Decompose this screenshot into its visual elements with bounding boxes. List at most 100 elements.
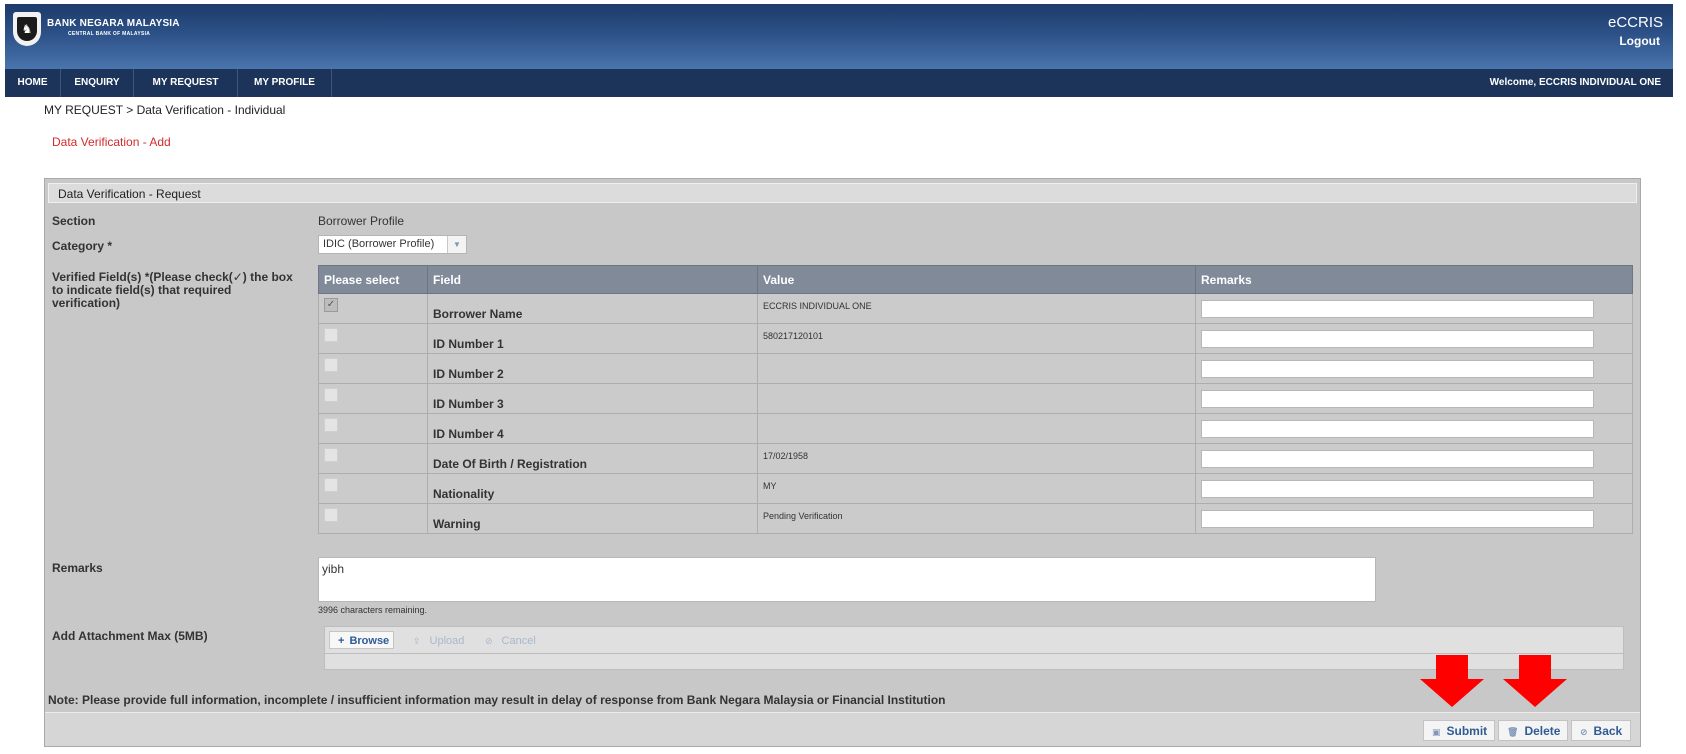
save-icon: ▣ <box>1432 727 1441 737</box>
chevron-down-icon[interactable]: ▼ <box>447 236 466 253</box>
row-remarks-input[interactable] <box>1201 419 1594 438</box>
row-checkbox[interactable]: ✓ <box>324 297 338 312</box>
verified-fields-label: Verified Field(s) *(Please check(✓) the … <box>52 270 293 310</box>
nav-enquiry[interactable]: ENQUIRY <box>61 69 134 97</box>
page-subtitle: Data Verification - Add <box>52 135 171 149</box>
attachment-toolbar: + Browse ⇪ Upload ⊘ Cancel <box>325 627 1623 654</box>
remarks-cell <box>1195 473 1633 504</box>
category-label: Category * <box>52 239 113 253</box>
category-selected-value: IDIC (Borrower Profile) <box>323 238 435 250</box>
field-value-cell: MY <box>757 473 1196 504</box>
col-header-select: Please select <box>318 265 428 294</box>
col-header-field: Field <box>427 265 758 294</box>
upload-label: Upload <box>429 635 465 647</box>
characters-remaining: 3996 characters remaining. <box>318 605 428 615</box>
bank-subtitle: CENTRAL BANK OF MALAYSIA <box>68 31 151 37</box>
section-label: Section <box>52 214 96 228</box>
col-header-value: Value <box>757 265 1196 294</box>
row-remarks-input[interactable] <box>1201 479 1594 498</box>
field-value-cell: 17/02/1958 <box>757 443 1196 474</box>
remarks-cell <box>1195 383 1633 414</box>
red-arrow-delete-icon <box>1503 655 1567 707</box>
app-title: eCCRIS <box>1607 14 1663 31</box>
select-cell <box>318 353 428 384</box>
field-name-cell: Nationality <box>427 473 758 504</box>
bank-crest-icon: ♞ <box>13 12 41 46</box>
row-checkbox[interactable] <box>324 477 338 492</box>
main-nav: HOME ENQUIRY MY REQUEST MY PROFILE Welco… <box>5 69 1673 97</box>
trash-icon: 🗑 <box>1507 727 1519 737</box>
attachment-label: Add Attachment Max (5MB) <box>52 629 208 643</box>
remarks-textarea[interactable]: yibh <box>318 557 1376 602</box>
table-row: Nationality MY <box>318 473 1633 504</box>
nav-my-profile[interactable]: MY PROFILE <box>238 69 332 97</box>
row-remarks-input[interactable] <box>1201 509 1594 528</box>
row-checkbox[interactable] <box>324 357 338 372</box>
table-row: ID Number 4 <box>318 413 1633 444</box>
row-remarks-input[interactable] <box>1201 359 1594 378</box>
row-remarks-input[interactable] <box>1201 389 1594 408</box>
select-cell <box>318 323 428 354</box>
field-value-cell <box>757 413 1196 444</box>
field-name-cell: Date Of Birth / Registration <box>427 443 758 474</box>
submit-button[interactable]: ▣ Submit <box>1423 720 1495 741</box>
delete-button[interactable]: 🗑 Delete <box>1498 720 1568 741</box>
logout-link[interactable]: Logout <box>1619 34 1660 48</box>
plus-icon: + <box>338 635 345 647</box>
row-checkbox[interactable] <box>324 327 338 342</box>
remarks-cell <box>1195 443 1633 474</box>
upload-icon: ⇪ <box>413 636 421 646</box>
nav-my-request[interactable]: MY REQUEST <box>134 69 238 97</box>
nav-home[interactable]: HOME <box>5 69 61 97</box>
section-value: Borrower Profile <box>318 214 405 228</box>
field-value-cell <box>757 353 1196 384</box>
information-note: Note: Please provide full information, i… <box>48 693 946 707</box>
select-cell: ✓ <box>318 293 428 324</box>
row-checkbox[interactable] <box>324 507 338 522</box>
field-name-cell: Borrower Name <box>427 293 758 324</box>
cancel-icon: ⊘ <box>485 636 493 646</box>
table-row: Date Of Birth / Registration 17/02/1958 <box>318 443 1633 474</box>
red-arrow-submit-icon <box>1420 655 1484 707</box>
field-value-cell <box>757 383 1196 414</box>
upload-button[interactable]: ⇪ Upload <box>404 631 476 649</box>
select-cell <box>318 503 428 534</box>
table-row: ID Number 2 <box>318 353 1633 384</box>
remarks-cell <box>1195 353 1633 384</box>
header-banner: ♞ BANK NEGARA MALAYSIA CENTRAL BANK OF M… <box>5 4 1673 69</box>
field-name-cell: Warning <box>427 503 758 534</box>
field-name-cell: ID Number 4 <box>427 413 758 444</box>
delete-label: Delete <box>1524 724 1561 738</box>
select-cell <box>318 473 428 504</box>
row-checkbox[interactable] <box>324 417 338 432</box>
field-value-cell: ECCRIS INDIVIDUAL ONE <box>757 293 1196 324</box>
field-value-cell: Pending Verification <box>757 503 1196 534</box>
cancel-upload-button[interactable]: ⊘ Cancel <box>476 631 546 649</box>
browse-button[interactable]: + Browse <box>329 631 394 649</box>
category-select[interactable]: IDIC (Borrower Profile) ▼ <box>318 235 467 254</box>
panel-title: Data Verification - Request <box>48 183 1637 203</box>
col-header-remarks: Remarks <box>1195 265 1633 294</box>
submit-label: Submit <box>1446 724 1488 738</box>
row-remarks-input[interactable] <box>1201 449 1594 468</box>
back-label: Back <box>1593 724 1623 738</box>
select-cell <box>318 413 428 444</box>
field-name-cell: ID Number 1 <box>427 323 758 354</box>
breadcrumb: MY REQUEST > Data Verification - Individ… <box>44 103 286 117</box>
table-row: ✓ Borrower Name ECCRIS INDIVIDUAL ONE <box>318 293 1633 324</box>
data-verification-panel: Data Verification - Request Section Borr… <box>44 178 1641 747</box>
remarks-cell <box>1195 503 1633 534</box>
row-checkbox[interactable] <box>324 447 338 462</box>
browse-label: Browse <box>349 635 390 647</box>
back-button[interactable]: ⊘ Back <box>1571 720 1631 741</box>
remarks-cell <box>1195 323 1633 354</box>
bank-name: BANK NEGARA MALAYSIA <box>47 18 180 29</box>
back-icon: ⊘ <box>1580 727 1588 737</box>
remarks-label: Remarks <box>52 561 103 575</box>
field-value-cell: 580217120101 <box>757 323 1196 354</box>
row-checkbox[interactable] <box>324 387 338 402</box>
row-remarks-input[interactable] <box>1201 299 1594 318</box>
action-bar: ▣ Submit 🗑 Delete ⊘ Back <box>45 712 1640 746</box>
verification-table: Please select Field Value Remarks ✓ Borro… <box>318 265 1633 534</box>
row-remarks-input[interactable] <box>1201 329 1594 348</box>
